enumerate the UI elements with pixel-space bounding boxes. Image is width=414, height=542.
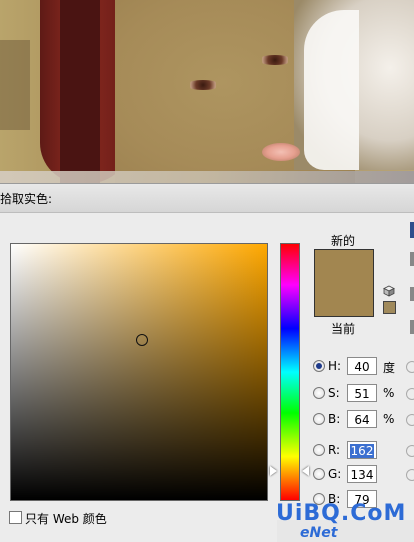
lab-l-radio[interactable] <box>406 361 414 373</box>
new-current-color-swatch <box>314 249 374 317</box>
hue-slider-left-arrow[interactable] <box>270 466 277 476</box>
watermark-sub: eNet <box>300 525 338 541</box>
saturation-unit: % <box>383 386 395 400</box>
red-label: R: <box>328 443 341 457</box>
saturation-input[interactable]: 51 <box>347 384 377 402</box>
saturation-label: S: <box>328 386 340 400</box>
watermark-logo: UiBQ.CoM <box>276 501 407 526</box>
saturation-radio[interactable] <box>313 387 325 399</box>
hue-label: H: <box>328 359 342 373</box>
web-only-checkbox[interactable] <box>9 511 22 524</box>
hue-input[interactable]: 40 <box>347 357 377 375</box>
web-safe-cube-icon[interactable] <box>383 285 395 297</box>
cancel-button-edge[interactable] <box>410 252 414 266</box>
hue-unit: 度 <box>383 361 396 375</box>
brightness-input[interactable]: 64 <box>347 410 377 428</box>
red-radio[interactable] <box>313 444 325 456</box>
brightness-label: B: <box>328 412 341 426</box>
swatches-button-edge[interactable] <box>410 287 414 301</box>
hue-slider-right-arrow[interactable] <box>302 466 309 476</box>
green-input[interactable]: 134 <box>347 465 377 483</box>
lab-a-radio[interactable] <box>406 388 414 400</box>
hue-radio[interactable] <box>313 360 325 372</box>
brightness-radio[interactable] <box>313 413 325 425</box>
web-only-label: 只有 Web 颜色 <box>25 512 107 526</box>
ok-button-edge[interactable] <box>410 222 414 238</box>
brightness-unit: % <box>383 412 395 426</box>
dialog-title: 拾取实色: <box>0 192 53 206</box>
color-field[interactable] <box>10 243 268 501</box>
color-picker-cursor[interactable] <box>136 334 148 346</box>
cmyk-m-radio[interactable] <box>406 469 414 481</box>
cmyk-c-radio[interactable] <box>406 445 414 457</box>
red-input[interactable]: 162 <box>347 441 377 459</box>
hue-slider[interactable] <box>280 243 300 501</box>
new-color-label: 新的 <box>331 234 356 248</box>
green-radio[interactable] <box>313 468 325 480</box>
web-safe-color-swatch[interactable] <box>383 301 396 314</box>
green-label: G: <box>328 467 342 481</box>
lab-b-radio[interactable] <box>406 414 414 426</box>
background-photo <box>0 0 414 183</box>
dialog-title-bar[interactable]: 拾取实色: <box>0 183 414 213</box>
current-color-label: 当前 <box>331 322 356 336</box>
color-library-button-edge[interactable] <box>410 320 414 334</box>
